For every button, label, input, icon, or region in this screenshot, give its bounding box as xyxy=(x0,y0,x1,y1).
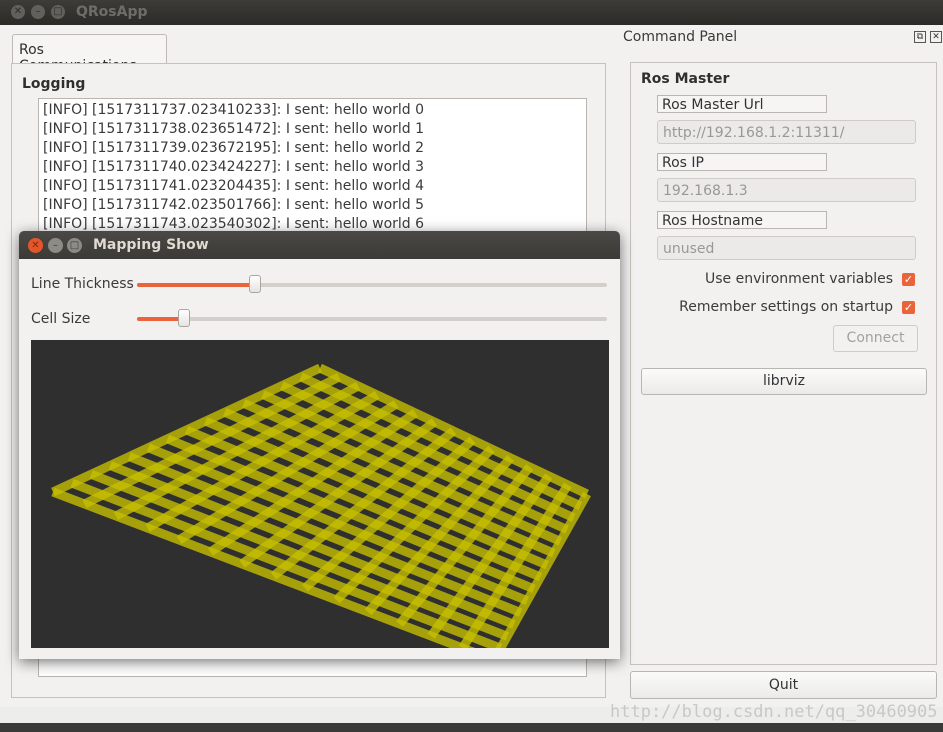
ros-hostname-label: Ros Hostname xyxy=(657,211,827,229)
float-icon[interactable]: ⧉ xyxy=(914,31,926,43)
log-line[interactable]: [INFO] [1517311738.023651472]: I sent: h… xyxy=(43,120,424,139)
line-thickness-slider[interactable] xyxy=(137,275,607,293)
command-panel-title: Command Panel xyxy=(623,29,738,45)
master-url-label: Ros Master Url xyxy=(657,95,827,113)
cell-size-label: Cell Size xyxy=(31,311,91,327)
main-title-bar: ✕ – □ QRosApp xyxy=(0,0,943,25)
rviz-viewport[interactable] xyxy=(31,340,609,648)
use-env-row[interactable]: Use environment variables ✓ xyxy=(705,271,915,287)
line-thickness-handle[interactable] xyxy=(249,275,261,293)
close-icon[interactable]: ✕ xyxy=(11,5,25,19)
remember-checkbox[interactable]: ✓ xyxy=(902,300,915,314)
quit-button[interactable]: Quit xyxy=(630,671,937,699)
master-url-field[interactable]: http://192.168.1.2:11311/ xyxy=(657,120,916,144)
minimize-icon[interactable]: – xyxy=(48,238,63,253)
ros-master-heading: Ros Master xyxy=(641,71,730,87)
remember-row[interactable]: Remember settings on startup ✓ xyxy=(679,299,915,315)
line-thickness-fill xyxy=(137,283,255,287)
log-line[interactable]: [INFO] [1517311742.023501766]: I sent: h… xyxy=(43,196,424,215)
cell-size-slider[interactable] xyxy=(137,309,607,327)
log-line[interactable]: [INFO] [1517311740.023424227]: I sent: h… xyxy=(43,158,424,177)
taskbar-strip xyxy=(0,723,943,732)
remember-label: Remember settings on startup xyxy=(679,299,893,315)
log-line[interactable]: [INFO] [1517311739.023672195]: I sent: h… xyxy=(43,139,424,158)
minimize-icon[interactable]: – xyxy=(31,5,45,19)
line-thickness-label: Line Thickness xyxy=(31,276,134,292)
use-env-label: Use environment variables xyxy=(705,271,893,287)
mapping-title: Mapping Show xyxy=(93,237,209,253)
use-env-checkbox[interactable]: ✓ xyxy=(902,272,915,286)
mapping-title-bar[interactable]: ✕ – □ Mapping Show xyxy=(19,231,620,259)
cell-size-handle[interactable] xyxy=(178,309,190,327)
log-line[interactable]: [INFO] [1517311741.023204435]: I sent: h… xyxy=(43,177,424,196)
ros-ip-label: Ros IP xyxy=(657,153,827,171)
mapping-show-window: ✕ – □ Mapping Show Line Thickness Cell S… xyxy=(19,231,620,659)
maximize-icon[interactable]: □ xyxy=(51,5,65,19)
logging-heading: Logging xyxy=(22,76,86,92)
close-icon[interactable]: ✕ xyxy=(28,238,43,253)
grid-display xyxy=(51,363,591,648)
ros-ip-field[interactable]: 192.168.1.3 xyxy=(657,178,916,202)
ros-hostname-field[interactable]: unused xyxy=(657,236,916,260)
tab-ros-communications[interactable]: Ros Communications xyxy=(12,34,167,74)
watermark: http://blog.csdn.net/qq_30460905 xyxy=(610,702,938,722)
app-title: QRosApp xyxy=(76,4,148,20)
cell-size-fill xyxy=(137,317,184,321)
librviz-button[interactable]: librviz xyxy=(641,368,927,395)
maximize-icon[interactable]: □ xyxy=(67,238,82,253)
close-icon[interactable]: ✕ xyxy=(930,31,942,43)
connect-button[interactable]: Connect xyxy=(833,325,918,352)
log-line[interactable]: [INFO] [1517311737.023410233]: I sent: h… xyxy=(43,101,424,120)
